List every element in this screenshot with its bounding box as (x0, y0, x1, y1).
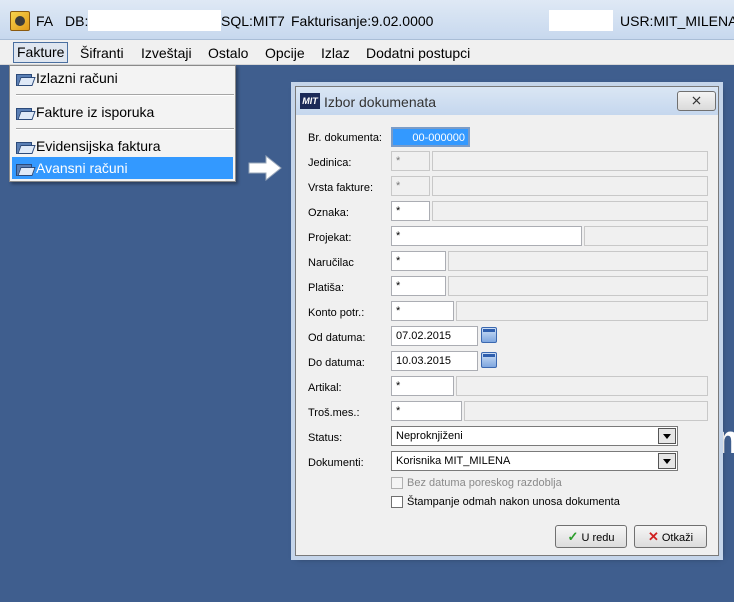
redacted-db-name (88, 10, 221, 31)
oznaka-label: Oznaka: (308, 207, 349, 219)
menu-opcije[interactable]: Opcije (262, 44, 308, 63)
jedinica-description (432, 151, 708, 171)
mit-logo-icon: MIT (300, 93, 320, 109)
narucilac-label: Naručilac (308, 257, 354, 269)
bez-datuma-checkbox[interactable] (391, 477, 403, 489)
dokumenti-value: Korisnika MIT_MILENA (396, 455, 511, 467)
narucilac-description (448, 251, 708, 271)
dialog-title: Izbor dokumenata (324, 94, 437, 110)
checkmark-icon: ✓ (567, 529, 579, 544)
chevron-down-icon[interactable] (658, 453, 676, 469)
projekat-label: Projekat: (308, 232, 352, 244)
menu-item-avansni-racuni[interactable]: Avansni računi (12, 157, 233, 179)
calendar-icon[interactable] (481, 327, 497, 343)
close-button[interactable]: ⨯ (677, 91, 716, 111)
vrsta-fakture-input[interactable]: * (391, 176, 430, 196)
menu-izlaz[interactable]: Izlaz (318, 44, 353, 63)
konto-potr-input[interactable]: * (391, 301, 454, 321)
oznaka-description (432, 201, 708, 221)
window-title-bar: FA DB: SQL:MIT7 Fakturisanje:9.02.0000 U… (0, 0, 734, 40)
x-icon: ✕ (647, 529, 659, 544)
menu-separator (16, 94, 234, 96)
menu-item-label: Evidensijska faktura (36, 138, 161, 154)
program-version-label: Fakturisanje:9.02.0000 (291, 13, 434, 29)
menu-item-izlazni-racuni[interactable]: Izlazni računi (12, 67, 233, 89)
tros-mes-input[interactable]: * (391, 401, 462, 421)
dokumenti-label: Dokumenti: (308, 457, 364, 469)
menu-sifranti[interactable]: Šifranti (77, 44, 127, 63)
status-label: Status: (308, 432, 343, 444)
projekat-description (584, 226, 708, 246)
cancel-button-label: Otkaži (661, 532, 694, 544)
open-folder-icon (16, 162, 32, 176)
menu-dodatni-postupci[interactable]: Dodatni postupci (363, 44, 473, 63)
dialog-title-bar: MIT Izbor dokumenata ⨯ (296, 87, 718, 115)
menu-izvestaji[interactable]: Izveštaji (138, 44, 195, 63)
konto-potr-label: Konto potr.: (308, 307, 365, 319)
do-datuma-label: Do datuma: (308, 357, 365, 369)
open-folder-icon (16, 72, 32, 86)
od-datuma-label: Od datuma: (308, 332, 366, 344)
od-datuma-input[interactable]: 07.02.2015 (391, 326, 478, 346)
menu-item-label: Avansni računi (36, 160, 128, 176)
oznaka-input[interactable]: * (391, 201, 430, 221)
tros-mes-label: Troš.mes.: (308, 407, 360, 419)
right-arrow-icon (248, 155, 282, 181)
vrsta-fakture-label: Vrsta fakture: (308, 182, 374, 194)
fakture-dropdown-menu: Izlazni računi Fakture iz isporuka Evide… (9, 65, 236, 182)
konto-potr-description (456, 301, 708, 321)
platisa-label: Platiša: (308, 282, 345, 294)
ok-button[interactable]: ✓ U redu (555, 525, 627, 548)
artikal-description (456, 376, 708, 396)
jedinica-input[interactable]: * (391, 151, 430, 171)
menu-item-label: Izlazni računi (36, 70, 118, 86)
menu-fakture[interactable]: Fakture (13, 42, 69, 63)
tros-mes-description (464, 401, 708, 421)
open-folder-icon (16, 106, 32, 120)
menu-separator (16, 128, 234, 130)
open-folder-icon (16, 140, 32, 154)
calendar-icon[interactable] (481, 352, 497, 368)
menu-bar: Fakture Šifranti Izveštaji Ostalo Opcije… (0, 40, 734, 65)
ok-button-label: U redu (581, 532, 615, 544)
app-icon (10, 11, 30, 31)
redacted-company (549, 10, 613, 31)
app-title: FA (36, 13, 54, 29)
narucilac-input[interactable]: * (391, 251, 446, 271)
bez-datuma-label: Bez datuma poreskog razdoblja (407, 477, 562, 489)
br-dokumenta-label: Br. dokumenta: (308, 132, 382, 144)
stampanje-label: Štampanje odmah nakon unosa dokumenta (407, 496, 620, 508)
platisa-input[interactable]: * (391, 276, 446, 296)
menu-ostalo[interactable]: Ostalo (205, 44, 251, 63)
sql-server-label: SQL:MIT7 (221, 13, 285, 29)
projekat-input[interactable]: * (391, 226, 582, 246)
dokumenti-select[interactable]: Korisnika MIT_MILENA (391, 451, 678, 471)
do-datuma-input[interactable]: 10.03.2015 (391, 351, 478, 371)
jedinica-label: Jedinica: (308, 157, 352, 169)
status-select[interactable]: Neproknjiženi (391, 426, 678, 446)
artikal-input[interactable]: * (391, 376, 454, 396)
menu-item-fakture-iz-isporuka[interactable]: Fakture iz isporuka (12, 101, 233, 123)
vrsta-fakture-description (432, 176, 708, 196)
user-label: USR:MIT_MILENA (620, 13, 734, 29)
platisa-description (448, 276, 708, 296)
br-dokumenta-input[interactable]: 00-000000 (391, 127, 470, 147)
menu-item-label: Fakture iz isporuka (36, 104, 155, 120)
db-label: DB: (65, 13, 89, 29)
chevron-down-icon[interactable] (658, 428, 676, 444)
status-value: Neproknjiženi (396, 430, 463, 442)
izbor-dokumenata-dialog: MIT Izbor dokumenata ⨯ Br. dokumenta: 00… (295, 86, 719, 556)
cancel-button[interactable]: ✕ Otkaži (634, 525, 707, 548)
artikal-label: Artikal: (308, 382, 342, 394)
stampanje-checkbox[interactable] (391, 496, 403, 508)
menu-item-evidensijska-faktura[interactable]: Evidensijska faktura (12, 135, 233, 157)
